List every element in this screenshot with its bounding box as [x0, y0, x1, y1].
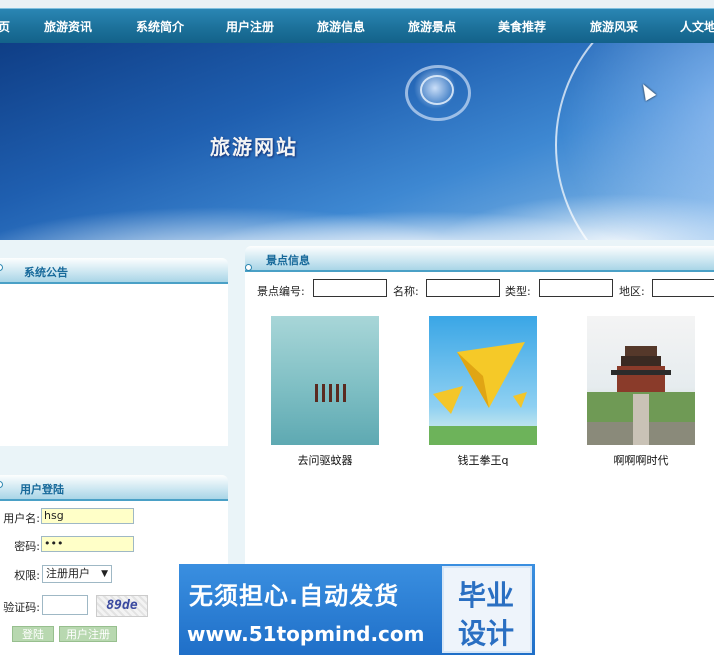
search-name-input[interactable]: [426, 279, 500, 297]
announcement-title: 系统公告: [24, 266, 68, 279]
nav-item-register[interactable]: 用户注册: [226, 18, 274, 35]
header-banner: 旅游网站: [0, 43, 714, 240]
nav-item-travel-gallery[interactable]: 旅游风采: [590, 18, 638, 35]
nav-item-scenic-spots[interactable]: 旅游景点: [408, 18, 456, 35]
username-label: 用户名:: [3, 512, 40, 525]
ad-url: www.51topmind.com: [187, 622, 425, 646]
role-label: 权限:: [14, 569, 40, 582]
register-button[interactable]: 用户注册: [59, 626, 117, 642]
ad-logo-box: 毕业 设计: [442, 566, 532, 653]
nav-item-system-intro[interactable]: 系统简介: [136, 18, 184, 35]
main-nav: 页 旅游资讯 系统简介 用户注册 旅游信息 旅游景点 美食推荐 旅游风采 人文地: [0, 8, 714, 43]
spots-title: 景点信息: [266, 254, 310, 267]
search-id-label: 景点编号:: [257, 285, 305, 298]
role-select[interactable]: 注册用户 ▼: [42, 565, 112, 583]
ad-logo-line2: 设计: [458, 617, 515, 650]
login-title: 用户登陆: [20, 483, 64, 496]
nav-item-travel-news[interactable]: 旅游资讯: [44, 18, 92, 35]
ad-logo-line1: 毕业: [458, 579, 515, 612]
spot-image-sea-rocks[interactable]: [271, 316, 379, 445]
search-type-input[interactable]: [539, 279, 613, 297]
captcha-image[interactable]: 89de: [96, 595, 148, 617]
announcement-body: [0, 284, 228, 446]
captcha-label: 验证码:: [3, 601, 40, 614]
nav-item-travel-info[interactable]: 旅游信息: [317, 18, 365, 35]
password-label: 密码:: [14, 540, 40, 553]
ad-banner[interactable]: 无须担心.自动发货 www.51topmind.com 毕业 设计: [179, 564, 535, 655]
role-select-value: 注册用户: [46, 567, 90, 580]
nav-item-home[interactable]: 页: [0, 18, 10, 35]
bullet-icon: [245, 264, 252, 271]
bullet-icon: [0, 481, 3, 488]
spot-name[interactable]: 啊啊啊时代: [587, 452, 695, 468]
top-strip: [0, 0, 714, 8]
ad-slogan: 无须担心.自动发货: [189, 582, 400, 610]
search-id-input[interactable]: [313, 279, 387, 297]
spots-header: 景点信息: [245, 246, 714, 272]
announcement-header: 系统公告: [0, 258, 228, 284]
chevron-down-icon: ▼: [101, 569, 108, 579]
planet-arc: [555, 43, 714, 240]
search-region-input[interactable]: [652, 279, 714, 297]
spot-image-paper-plane[interactable]: [429, 316, 537, 445]
search-name-label: 名称:: [393, 285, 419, 298]
spot-image-drum-tower[interactable]: [587, 316, 695, 445]
figures-in-water: [315, 384, 347, 402]
search-type-label: 类型:: [505, 285, 531, 298]
tower-icon: [587, 346, 695, 445]
nav-item-culture[interactable]: 人文地: [680, 18, 714, 35]
password-input[interactable]: •••: [41, 536, 134, 552]
galaxy-core: [420, 75, 454, 105]
site-title: 旅游网站: [210, 135, 298, 159]
bullet-icon: [0, 264, 3, 271]
nav-item-food[interactable]: 美食推荐: [498, 18, 546, 35]
login-header: 用户登陆: [0, 475, 228, 501]
captcha-input[interactable]: [42, 595, 88, 615]
login-button[interactable]: 登陆: [12, 626, 54, 642]
username-input[interactable]: hsg: [41, 508, 134, 524]
spot-name[interactable]: 钱王拳王q: [429, 452, 537, 468]
spot-name[interactable]: 去问驱蚊器: [271, 452, 379, 468]
paper-plane-icon: [429, 342, 537, 445]
search-region-label: 地区:: [619, 285, 645, 298]
